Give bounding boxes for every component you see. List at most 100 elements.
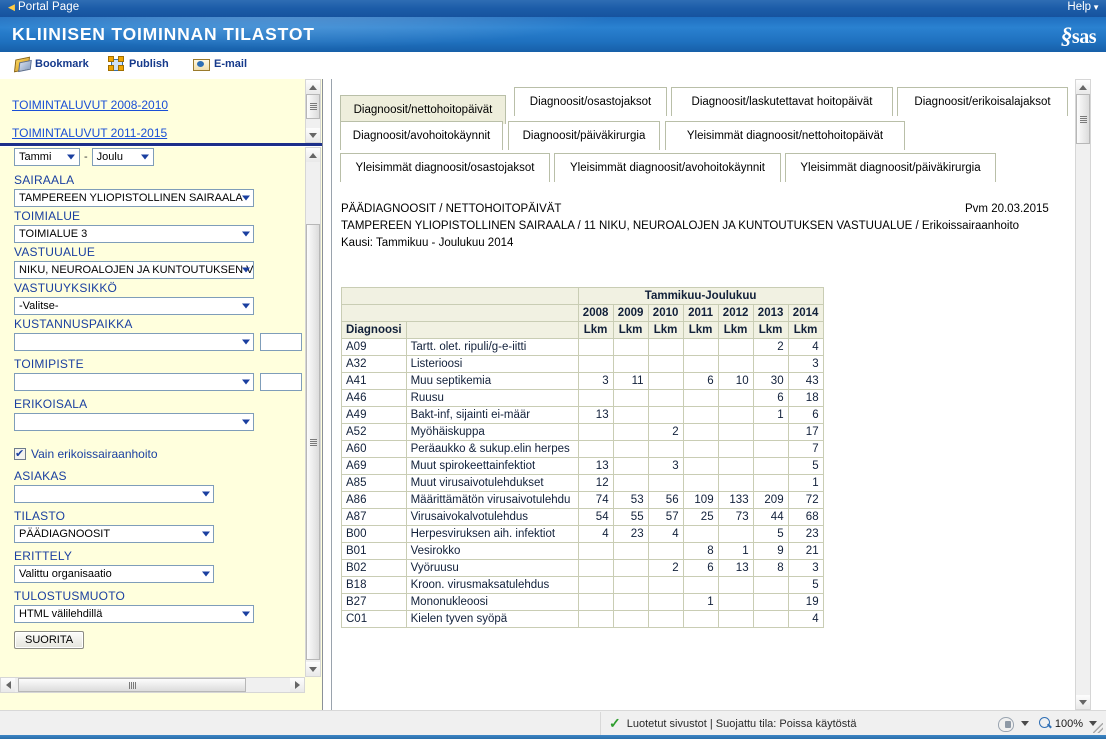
select-erikoisala[interactable] [14,413,254,431]
email-button[interactable]: E-mail [193,56,247,72]
cell-diagnosis-name: Muut virusaivotulehdukset [405,474,579,492]
chevron-down-icon[interactable] [1020,721,1029,726]
input-kustannuspaikka-code[interactable] [260,333,302,351]
checkbox-icon[interactable] [14,447,26,460]
tab-diagnoosit-paivakirurgia[interactable]: Diagnoosit/päiväkirurgia [508,121,660,150]
tab-diagnoosit-laskutettavat-hoitopaivat[interactable]: Diagnoosit/laskutettavat hoitopäivät [671,87,893,116]
form-horizontal-scrollbar[interactable] [0,677,305,693]
cell-value-2014: 4 [787,338,824,356]
cell-value-2013 [752,474,789,492]
scroll-down-button[interactable] [306,662,320,676]
submit-button[interactable]: SUORITA [14,631,85,649]
cell-diagnosis-code: A86 [341,491,407,509]
select-vastuuyksikko[interactable]: -Valitse- [14,297,254,315]
bookmark-button[interactable]: Bookmark [14,56,89,72]
scrollbar-thumb[interactable] [1076,94,1090,144]
cell-value-2014: 21 [787,542,824,560]
select-tilasto[interactable]: PÄÄDIAGNOOSIT [14,525,214,543]
label-tilasto: TILASTO [14,509,66,523]
cell-value-2012 [717,610,754,628]
select-tulostusmuoto[interactable]: HTML välilehdillä [14,605,254,623]
chevron-down-icon [202,491,210,497]
tab-yleisimmat-diagnoosit-paivakirurgia[interactable]: Yleisimmät diagnoosit/päiväkirurgia [785,153,996,182]
portal-page-link[interactable]: ◀ Portal Page [8,1,79,13]
cell-value-2013: 6 [752,389,789,407]
sidebar-link-2011-2015[interactable]: TOIMINTALUVUT 2011-2015 [12,126,167,140]
header-year-2013: 2013 [752,304,789,322]
select-sairaala[interactable]: TAMPEREEN YLIOPISTOLLINEN SAIRAALA [14,189,254,207]
header-unit-2013: Lkm [752,321,789,339]
window-bottom-edge [0,735,1106,739]
help-menu[interactable]: Help ▼ [1067,1,1100,13]
scroll-up-button[interactable] [306,148,320,162]
cell-value-2011 [682,474,719,492]
month-to-select[interactable]: Joulu [91,148,154,166]
tab-yleisimmat-diagnoosit-nettohoitopaivat[interactable]: Yleisimmät diagnoosit/nettohoitopäivät [665,121,905,150]
privacy-shield-icon[interactable] [997,716,1015,732]
form-vertical-scrollbar[interactable] [305,147,321,677]
scroll-down-button[interactable] [306,128,320,142]
tab-yleisimmat-diagnoosit-osastojaksot[interactable]: Yleisimmät diagnoosit/osastojaksot [340,153,550,182]
select-vastuualue[interactable]: NIKU, NEUROALOJEN JA KUNTOUTUKSEN V [14,261,254,279]
month-range-row: Tammi - Joulu [14,148,154,166]
select-erittely[interactable]: Valittu organisaatio [14,565,214,583]
tab-yleisimmat-diagnoosit-avohoitokaynnit[interactable]: Yleisimmät diagnoosit/avohoitokäynnit [554,153,781,182]
cell-value-2009: 11 [612,372,649,390]
scrollbar-thumb[interactable] [306,94,320,119]
select-toimipiste[interactable] [14,373,254,391]
report-vertical-scrollbar[interactable] [1075,79,1091,710]
label-sairaala: SAIRAALA [14,173,75,187]
scroll-down-button[interactable] [1076,695,1090,709]
tab-diagnoosit-osastojaksot[interactable]: Diagnoosit/osastojaksot [514,87,667,116]
cell-diagnosis-code: B00 [341,525,407,543]
chevron-down-icon [140,154,149,160]
scrollbar-thumb[interactable] [306,224,320,660]
cell-value-2009 [612,610,649,628]
cell-value-2012 [717,389,754,407]
page-title: KLIINISEN TOIMINNAN TILASTOT [12,24,315,44]
scroll-right-button[interactable] [290,678,304,692]
scroll-left-button[interactable] [1,678,15,692]
cell-value-2014: 5 [787,457,824,475]
report-date: Pvm 20.03.2015 [965,203,1049,215]
table-row: C01 Kielen tyven syöpä 4 [341,610,824,628]
bookmark-icon [14,56,30,72]
month-from-select[interactable]: Tammi [14,148,80,166]
cell-value-2010: 56 [647,491,684,509]
scrollbar-thumb-horizontal[interactable] [18,678,246,692]
publish-button[interactable]: Publish [108,56,169,72]
back-arrow-icon: ◀ [8,1,16,12]
cell-value-2008 [577,559,614,577]
tab-diagnoosit-avohoitokaynnit[interactable]: Diagnoosit/avohoitokäynnit [340,121,503,150]
input-toimipiste-code[interactable] [260,373,302,391]
tab-diagnoosit-erikoisalajaksot[interactable]: Diagnoosit/erikoisalajaksot [897,87,1068,116]
header-unit-2009: Lkm [612,321,649,339]
chevron-down-icon [242,339,250,345]
cell-value-2008 [577,355,614,373]
sidebar-link-2008-2010[interactable]: TOIMINTALUVUT 2008-2010 [12,98,168,112]
scroll-up-button[interactable] [306,80,320,94]
zoom-icon[interactable] [1038,716,1053,731]
cell-value-2010 [647,355,684,373]
cell-value-2011 [682,406,719,424]
checkbox-vain-erikoissairaanhoito[interactable]: Vain erikoissairaanhoito [14,447,158,461]
tab-diagnoosit-nettohoitopaivat[interactable]: Diagnoosit/nettohoitopäivät [340,95,506,124]
select-asiakas[interactable] [14,485,214,503]
cell-value-2012: 1 [717,542,754,560]
links-panel-scrollbar[interactable] [305,79,321,143]
cell-value-2010: 57 [647,508,684,526]
cell-diagnosis-code: A87 [341,508,407,526]
chevron-down-icon [67,154,75,160]
select-kustannuspaikka[interactable] [14,333,254,351]
cell-value-2013 [752,457,789,475]
scroll-up-button[interactable] [1076,80,1090,94]
resize-grip[interactable] [1093,723,1103,733]
cell-value-2014: 17 [787,423,824,441]
header-year-2011: 2011 [682,304,719,322]
range-separator: - [84,151,88,163]
chevron-down-icon: ▼ [1092,2,1100,12]
triangle-down-icon [309,666,317,672]
grip-icon [309,438,317,446]
select-toimialue[interactable]: TOIMIALUE 3 [14,225,254,243]
cell-value-2011: 6 [682,559,719,577]
